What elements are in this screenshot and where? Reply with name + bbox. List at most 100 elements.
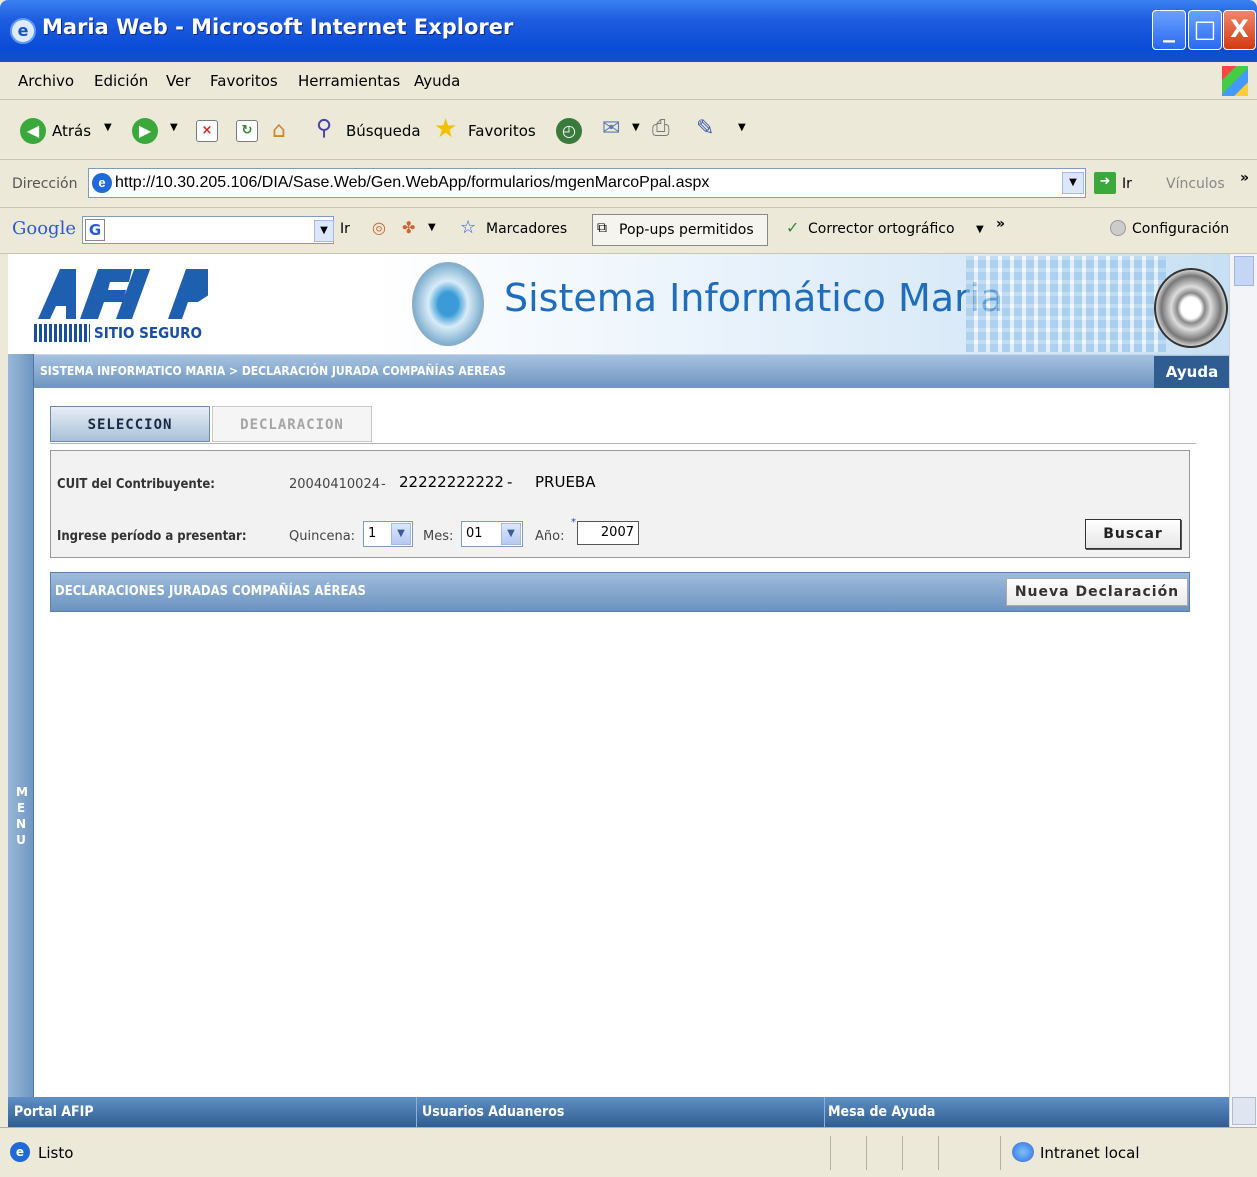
- pagerank-icon[interactable]: ◎: [372, 218, 386, 237]
- globe-icon: [1012, 1142, 1034, 1162]
- mes-value: 01: [466, 526, 483, 541]
- chevron-down-icon: ▼: [501, 523, 521, 545]
- ie-icon: e: [10, 18, 36, 44]
- bookmarks-button[interactable]: Marcadores: [486, 221, 567, 237]
- address-label: Dirección: [12, 176, 78, 192]
- home-icon[interactable]: ⌂: [272, 118, 286, 143]
- quincena-select[interactable]: 1 ▼: [363, 521, 413, 547]
- page-status-icon: e: [10, 1142, 30, 1162]
- site-title: Sistema Informático Maria: [504, 276, 1004, 320]
- links-label[interactable]: Vínculos: [1166, 176, 1225, 192]
- mes-label: Mes:: [423, 529, 454, 544]
- forward-arrow-icon[interactable]: ▶: [132, 118, 158, 144]
- required-marker: *: [571, 517, 576, 528]
- footer-divider: [416, 1097, 417, 1127]
- menu-herramientas[interactable]: Herramientas: [298, 72, 400, 90]
- spellcheck-icon[interactable]: ✓: [786, 218, 799, 237]
- puzzle-icon[interactable]: ✤: [402, 218, 415, 237]
- windows-logo-icon: [1222, 66, 1248, 96]
- cuit-separator-1: -: [381, 477, 386, 492]
- refresh-icon[interactable]: ↻: [236, 120, 258, 142]
- menu-bar: Archivo Edición Ver Favoritos Herramient…: [0, 62, 1257, 100]
- go-button[interactable]: Ir: [1122, 176, 1132, 192]
- status-divider: [902, 1136, 903, 1170]
- favorites-button[interactable]: Favoritos: [468, 122, 536, 140]
- chevron-icon[interactable]: »: [1240, 170, 1249, 186]
- edit-icon[interactable]: ✎: [696, 116, 714, 141]
- menu-favoritos[interactable]: Favoritos: [210, 72, 278, 90]
- edit-dropdown-icon[interactable]: ▼: [738, 122, 746, 133]
- cuit-name: PRUEBA: [535, 473, 596, 491]
- menu-archivo[interactable]: Archivo: [18, 72, 74, 90]
- menu-ver[interactable]: Ver: [166, 72, 191, 90]
- afip-seal-icon: [1154, 268, 1228, 348]
- address-dropdown-icon[interactable]: ▼: [1062, 172, 1084, 194]
- google-logo[interactable]: Google: [12, 218, 76, 239]
- puzzle-dropdown-icon[interactable]: ▼: [428, 222, 436, 233]
- footer-usuarios-aduaneros[interactable]: Usuarios Aduaneros: [422, 1104, 564, 1120]
- google-toolbar: Google G ▼ Ir ◎ ✤ ▼ ☆ Marcadores ⧉ Pop-u…: [0, 208, 1257, 254]
- title-bar: e Maria Web - Microsoft Internet Explore…: [0, 0, 1257, 62]
- google-dropdown-icon[interactable]: ▼: [314, 220, 334, 242]
- site-header: SITIO SEGURO Sistema Informático Maria: [8, 254, 1229, 354]
- back-dropdown-icon[interactable]: ▼: [104, 122, 112, 133]
- scrollbar-end[interactable]: [1232, 1097, 1256, 1125]
- side-menu-bar[interactable]: MENU: [8, 354, 34, 1127]
- spellcheck-button[interactable]: Corrector ortográfico: [808, 221, 955, 237]
- buscar-button[interactable]: Buscar: [1085, 519, 1181, 549]
- status-text: Listo: [38, 1144, 74, 1162]
- tab-seleccion[interactable]: SELECCION: [50, 406, 210, 442]
- history-icon[interactable]: ◴: [556, 118, 582, 144]
- chevron-down-icon: ▼: [391, 523, 411, 545]
- footer-mesa-ayuda[interactable]: Mesa de Ayuda: [828, 1104, 935, 1120]
- menu-ayuda[interactable]: Ayuda: [414, 72, 460, 90]
- close-button[interactable]: X: [1223, 10, 1256, 50]
- search-icon[interactable]: ⚲: [316, 116, 332, 141]
- print-icon[interactable]: ⎙: [652, 116, 670, 141]
- mes-select[interactable]: 01 ▼: [461, 521, 523, 547]
- go-arrow-icon[interactable]: ➜: [1094, 172, 1116, 194]
- stop-icon[interactable]: ×: [196, 120, 218, 142]
- cuit-value-2: 22222222222: [399, 473, 504, 491]
- nueva-declaracion-button[interactable]: Nueva Declaración: [1006, 578, 1188, 606]
- scrollbar-thumb[interactable]: [1234, 256, 1254, 286]
- address-input[interactable]: e http://10.30.205.106/DIA/Sase.Web/Gen.…: [88, 168, 1086, 198]
- google-go-button[interactable]: Ir: [340, 221, 350, 237]
- help-button[interactable]: Ayuda: [1154, 356, 1230, 388]
- selection-form: CUIT del Contribuyente: 20040410024 - 22…: [50, 450, 1190, 558]
- mail-icon[interactable]: ✉: [602, 116, 620, 141]
- address-url: http://10.30.205.106/DIA/Sase.Web/Gen.We…: [115, 174, 710, 191]
- favorites-star-icon[interactable]: ★: [434, 114, 457, 144]
- page-icon: e: [92, 173, 112, 193]
- menu-edicion[interactable]: Edición: [94, 72, 148, 90]
- settings-icon[interactable]: [1110, 220, 1126, 236]
- spell-dropdown-icon[interactable]: ▼: [976, 224, 984, 235]
- settings-button[interactable]: Configuración: [1132, 221, 1229, 237]
- search-button[interactable]: Búsqueda: [346, 122, 421, 140]
- status-divider: [830, 1136, 831, 1170]
- google-chevron-icon[interactable]: »: [996, 216, 1005, 232]
- cuit-separator-2: -: [507, 473, 513, 491]
- minimize-button[interactable]: _: [1152, 10, 1186, 50]
- status-bar: e Listo Intranet local: [0, 1127, 1257, 1177]
- bookmarks-star-icon[interactable]: ☆: [460, 217, 476, 238]
- popups-button[interactable]: ⧉ Pop-ups permitidos: [592, 214, 768, 246]
- vertical-scrollbar[interactable]: [1229, 254, 1257, 1127]
- side-menu-label[interactable]: MENU: [14, 784, 28, 848]
- maximize-button[interactable]: □: [1188, 10, 1222, 50]
- back-button[interactable]: Atrás: [52, 122, 91, 140]
- status-divider: [866, 1136, 867, 1170]
- google-g-icon: G: [85, 219, 105, 241]
- quincena-label: Quincena:: [289, 529, 356, 544]
- tab-declaracion[interactable]: DECLARACION: [212, 406, 372, 442]
- declaraciones-header: DECLARACIONES JURADAS COMPAÑÍAS AÉREAS N…: [50, 572, 1190, 612]
- mail-dropdown-icon[interactable]: ▼: [632, 122, 640, 133]
- anio-input[interactable]: 2007: [577, 521, 639, 545]
- footer-portal-afip[interactable]: Portal AFIP: [14, 1104, 94, 1120]
- back-arrow-icon[interactable]: ◀: [20, 118, 46, 144]
- cuit-value: 20040410024: [289, 477, 380, 492]
- popup-icon: ⧉: [597, 220, 607, 236]
- google-search-input[interactable]: G: [82, 216, 334, 244]
- window-title: Maria Web - Microsoft Internet Explorer: [42, 15, 514, 39]
- forward-dropdown-icon[interactable]: ▼: [170, 122, 178, 133]
